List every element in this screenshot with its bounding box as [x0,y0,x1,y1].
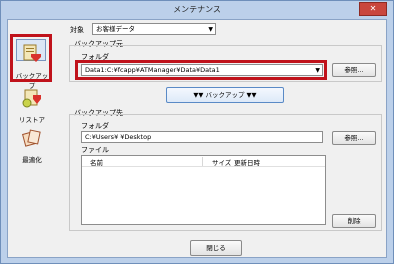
target-select-value: お客様データ [96,25,135,33]
title-bar: メンテナンス ✕ [1,1,393,19]
target-label: 対象 [70,26,84,34]
sidebar-item-restore[interactable]: リストア [14,84,50,128]
close-button[interactable]: 閉じる [190,240,242,256]
maintenance-window: メンテナンス ✕ バックアップ リストア 最適化 対象 お客様データ ▼ バック… [0,0,394,264]
column-size[interactable]: サイズ [212,157,231,167]
column-modified[interactable]: 更新日時 [234,157,260,167]
sidebar-item-label: 最適化 [22,156,42,164]
column-name[interactable]: 名前 [90,157,103,167]
window-title: メンテナンス [173,5,221,14]
backup-dest-folder-input[interactable]: C:¥Users¥ ¥Desktop [81,131,323,143]
backup-button[interactable]: ▼▼ バックアップ ▼▼ [166,87,284,103]
file-list[interactable]: 名前 サイズ 更新日時 [81,155,326,225]
optimize-icon [22,129,41,147]
sidebar-item-label: リストア [19,116,45,124]
backup-source-browse-button[interactable]: 参照... [332,63,376,77]
backup-dest-browse-button[interactable]: 参照... [332,131,376,145]
file-list-header: 名前 サイズ 更新日時 [82,156,325,167]
sidebar-item-optimize[interactable]: 最適化 [14,124,50,168]
window-close-button[interactable]: ✕ [359,2,387,16]
backup-dest-folder-label: フォルダ [81,122,109,130]
column-divider [202,157,203,166]
restore-icon [22,89,41,108]
chevron-down-icon: ▼ [208,26,213,33]
backup-selection-outline [10,34,52,82]
delete-button[interactable]: 削除 [332,214,376,228]
dialog-body: バックアップ リストア 最適化 対象 お客様データ ▼ バックアップ元 フォルダ… [7,19,387,258]
files-label: ファイル [81,146,109,154]
target-select[interactable]: お客様データ ▼ [92,23,216,35]
folder-highlight-frame [75,60,327,80]
